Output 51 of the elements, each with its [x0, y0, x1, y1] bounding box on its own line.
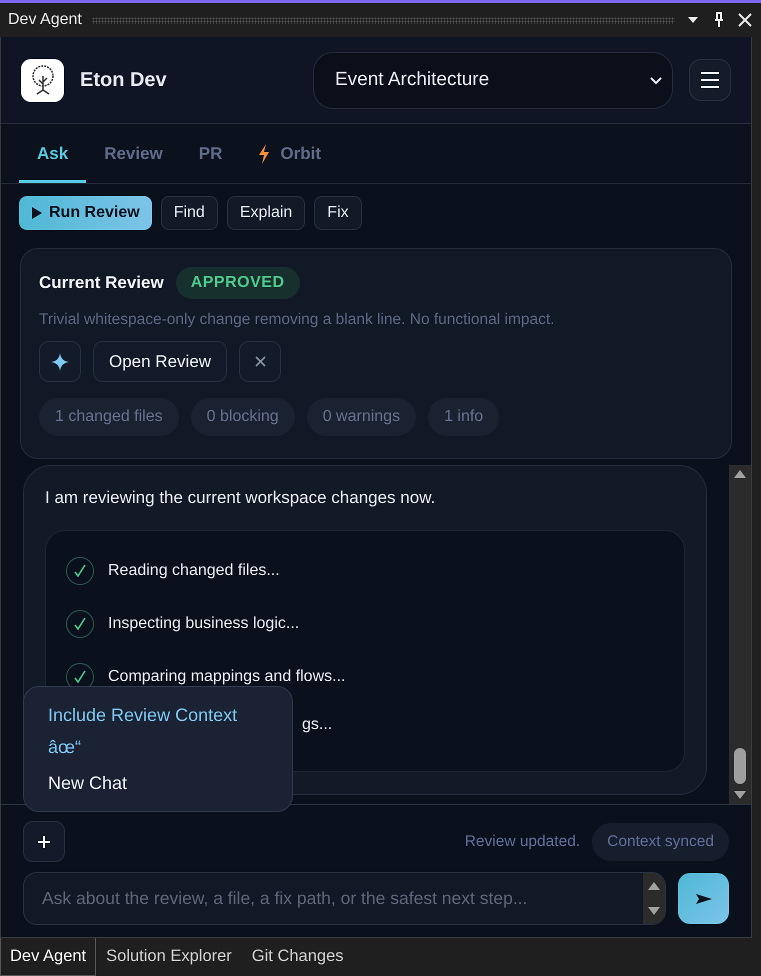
- panel-tab[interactable]: Git Changes: [242, 938, 354, 976]
- scrollbar[interactable]: [729, 465, 751, 804]
- tree-logo: [21, 58, 64, 102]
- card-title: Current Review: [39, 273, 164, 293]
- sparkle-button[interactable]: [39, 341, 81, 382]
- action-button[interactable]: Find: [160, 196, 218, 230]
- menu-item[interactable]: New Chat: [24, 767, 292, 799]
- panel-tab[interactable]: Solution Explorer: [96, 938, 242, 976]
- stat-chip: 1 info: [428, 398, 500, 436]
- sparkle-icon: [51, 352, 69, 370]
- action-button[interactable]: Explain: [226, 196, 306, 230]
- status-badge: APPROVED: [176, 267, 300, 299]
- open-review-button[interactable]: Open Review: [93, 341, 228, 382]
- stat-chip: 1 changed files: [39, 398, 179, 436]
- tab[interactable]: Ask: [19, 124, 86, 183]
- add-button[interactable]: [23, 821, 65, 862]
- action-button[interactable]: Fix: [314, 196, 362, 230]
- scroll-thumb[interactable]: [734, 748, 746, 784]
- close-button[interactable]: [239, 341, 282, 382]
- menu-button[interactable]: [689, 59, 731, 101]
- stat-chip: 0 warnings: [306, 398, 416, 436]
- step-label: Reading changed files...: [108, 562, 280, 580]
- menu-icon: [700, 71, 720, 89]
- tab[interactable]: Orbit: [240, 124, 340, 183]
- panel-tab[interactable]: Dev Agent: [0, 938, 96, 976]
- scroll-down-icon[interactable]: [647, 906, 661, 916]
- scroll-up-icon[interactable]: [733, 469, 747, 479]
- project-select[interactable]: Event Architecture: [313, 52, 673, 108]
- tab[interactable]: Review: [86, 124, 181, 183]
- app-name: Eton Dev: [80, 68, 168, 92]
- sync-badge: Context synced: [592, 822, 729, 860]
- scroll-down-icon[interactable]: [733, 790, 747, 800]
- review-summary: Trivial whitespace-only change removing a blank line. No functional impact.: [39, 311, 556, 329]
- close-icon: [254, 356, 266, 367]
- run-button[interactable]: Run Review: [19, 196, 152, 230]
- step-label: Inspecting business logic...: [108, 615, 300, 633]
- step-label: Comparing mappings and flows...: [108, 668, 346, 686]
- lightning-icon: [258, 144, 270, 164]
- status-text: Review updated.: [464, 832, 580, 850]
- panel-title: Dev Agent: [8, 11, 82, 29]
- stat-chip: 0 blocking: [190, 398, 295, 436]
- send-button[interactable]: [678, 873, 729, 924]
- step-label: gs...: [302, 716, 332, 734]
- menu-item[interactable]: Include Review Context âœ“: [24, 699, 292, 763]
- plus-icon: [37, 834, 51, 848]
- message-text: I am reviewing the current workspace changes now.: [45, 488, 436, 508]
- close-icon[interactable]: [737, 12, 753, 28]
- tab[interactable]: PR: [180, 124, 240, 183]
- send-icon: [694, 892, 712, 904]
- play-icon: [31, 206, 43, 220]
- scroll-up-icon[interactable]: [647, 880, 661, 891]
